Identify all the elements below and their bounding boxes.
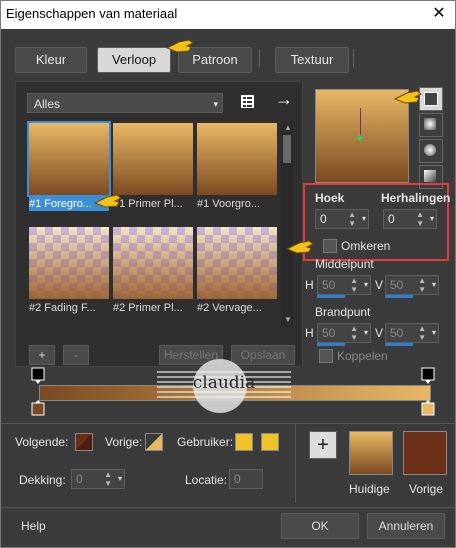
volgende-swatch[interactable] — [75, 433, 93, 451]
dekking-value: 0 — [76, 472, 83, 486]
watermark-logo: claudia — [157, 357, 291, 415]
gradient-preview — [113, 227, 193, 299]
hoek-input[interactable]: 0 ▲ ▼ ▾ — [315, 209, 369, 229]
brand-h-slider[interactable] — [317, 343, 345, 346]
gebruiker-swatch-2[interactable] — [261, 433, 279, 451]
add-stop-button[interactable]: + — [29, 345, 55, 365]
huidige-label: Huidige — [349, 482, 390, 496]
spinner-arrows-icon[interactable]: ▲ ▼ — [348, 210, 356, 228]
gradient-list-scrollbar[interactable]: ▲ ▼ — [281, 121, 293, 327]
volgende-label: Volgende: — [15, 435, 69, 449]
mid-h-slider[interactable] — [317, 295, 345, 298]
category-select[interactable]: Alles ▾ — [27, 93, 223, 113]
gradient-preview — [197, 227, 277, 299]
koppelen-checkbox[interactable] — [319, 349, 333, 363]
mid-h-label: H — [305, 278, 314, 292]
arrow-right-icon[interactable]: → — [275, 89, 293, 110]
opacity-stop-icon[interactable] — [31, 367, 45, 385]
help-link[interactable]: Help — [21, 519, 46, 533]
mid-v-input[interactable]: 50 ▲ ▼ ▾ — [385, 275, 439, 295]
vorige-preview-label: Vorige — [409, 482, 444, 496]
chevron-down-icon[interactable]: ▾ — [430, 210, 434, 228]
brand-v-slider[interactable] — [385, 343, 413, 346]
koppelen-label: Koppelen — [337, 349, 388, 363]
mid-h-value: 50 — [322, 278, 336, 292]
spinner-arrows-icon[interactable]: ▲ ▼ — [416, 210, 424, 228]
brandpunt-label: Brandpunt — [315, 305, 371, 319]
remove-stop-button[interactable]: - — [63, 345, 89, 365]
window-title: Eigenschappen van materiaal — [6, 6, 178, 21]
tab-textuur[interactable]: Textuur — [275, 47, 349, 73]
tab-kleur[interactable]: Kleur — [15, 47, 87, 73]
locatie-value: 0 — [234, 472, 241, 486]
brand-h-label: H — [305, 326, 314, 340]
close-icon[interactable]: ✕ — [429, 4, 449, 24]
opacity-stop-icon[interactable] — [421, 367, 435, 385]
rectangular-style-icon[interactable] — [419, 113, 443, 137]
watermark-text: claudia — [192, 373, 256, 393]
brand-v-label: V — [375, 326, 384, 340]
brand-v-value: 50 — [390, 326, 404, 340]
herhalingen-value: 0 — [388, 212, 395, 226]
library-icon[interactable] — [239, 93, 257, 111]
gradient-thumb[interactable]: #1 Voorgro... — [197, 123, 277, 210]
pointing-hand-icon — [165, 39, 194, 53]
gradient-thumb[interactable]: #2 Fading F... — [29, 227, 109, 314]
omkeren-label: Omkeren — [341, 239, 391, 253]
gradient-preview — [113, 123, 193, 195]
brand-v-input[interactable]: 50 ▲ ▼ ▾ — [385, 323, 439, 343]
middelpunt-label: Middelpunt — [315, 257, 374, 271]
mid-h-input[interactable]: 50 ▲ ▼ ▾ — [317, 275, 371, 295]
gradient-label: #1 Voorgro... — [197, 198, 260, 210]
hoek-value: 0 — [320, 212, 327, 226]
huidige-preview[interactable] — [349, 431, 393, 475]
material-properties-dialog: Eigenschappen van materiaal ✕ Kleur Verl… — [0, 0, 456, 548]
category-value: Alles — [34, 97, 61, 111]
gradient-label: #2 Primer Pl... — [113, 302, 183, 314]
brand-h-value: 50 — [322, 326, 336, 340]
gradient-thumb[interactable]: #2 Vervage... — [197, 227, 277, 314]
gradient-label: #2 Fading F... — [29, 302, 96, 314]
title-bar: Eigenschappen van materiaal ✕ — [1, 1, 455, 29]
gradient-thumb[interactable]: #1 Primer Pl... — [113, 123, 193, 210]
mid-v-slider[interactable] — [385, 295, 413, 298]
annuleren-button[interactable]: Annuleren — [367, 513, 445, 539]
sunburst-style-icon[interactable] — [419, 139, 443, 163]
tab-verloop[interactable]: Verloop — [97, 47, 171, 73]
color-stop-icon[interactable] — [421, 399, 435, 417]
omkeren-checkbox[interactable] — [323, 239, 337, 253]
add-gradient-button[interactable]: + — [309, 431, 337, 459]
vorige-preview[interactable] — [403, 431, 447, 475]
color-stop-icon[interactable] — [31, 399, 45, 417]
pointing-hand-icon — [393, 90, 422, 104]
chevron-down-icon: ▾ — [213, 99, 218, 109]
ok-button[interactable]: OK — [281, 513, 359, 539]
locatie-input[interactable]: 0 — [229, 469, 263, 489]
mid-v-label: V — [375, 278, 384, 292]
hoek-label: Hoek — [315, 191, 345, 205]
mid-v-value: 50 — [390, 278, 404, 292]
herhalingen-input[interactable]: 0 ▲ ▼ ▾ — [383, 209, 437, 229]
gradient-label: #1 Primer Pl... — [113, 198, 183, 210]
dekking-input[interactable]: 0 ▲ ▼ ▾ — [71, 469, 125, 489]
chevron-down-icon[interactable]: ▾ — [362, 210, 366, 228]
pointing-hand-icon — [93, 194, 122, 208]
gradient-thumb[interactable]: #2 Primer Pl... — [113, 227, 193, 314]
vorige-gradient-swatch[interactable] — [145, 433, 163, 451]
gebruiker-label: Gebruiker: — [177, 435, 234, 449]
vorige-label: Vorige: — [105, 435, 143, 449]
pointing-hand-icon — [285, 240, 314, 254]
gebruiker-swatch-1[interactable] — [235, 433, 253, 451]
gradient-preview — [27, 121, 111, 197]
herhalingen-label: Herhalingen — [381, 191, 451, 205]
locatie-label: Locatie: — [185, 473, 228, 487]
gradient-preview — [29, 227, 109, 299]
brand-h-input[interactable]: 50 ▲ ▼ ▾ — [317, 323, 371, 343]
dekking-label: Dekking: — [19, 473, 66, 487]
gradient-label: #2 Vervage... — [197, 302, 262, 314]
gradient-preview — [197, 123, 277, 195]
